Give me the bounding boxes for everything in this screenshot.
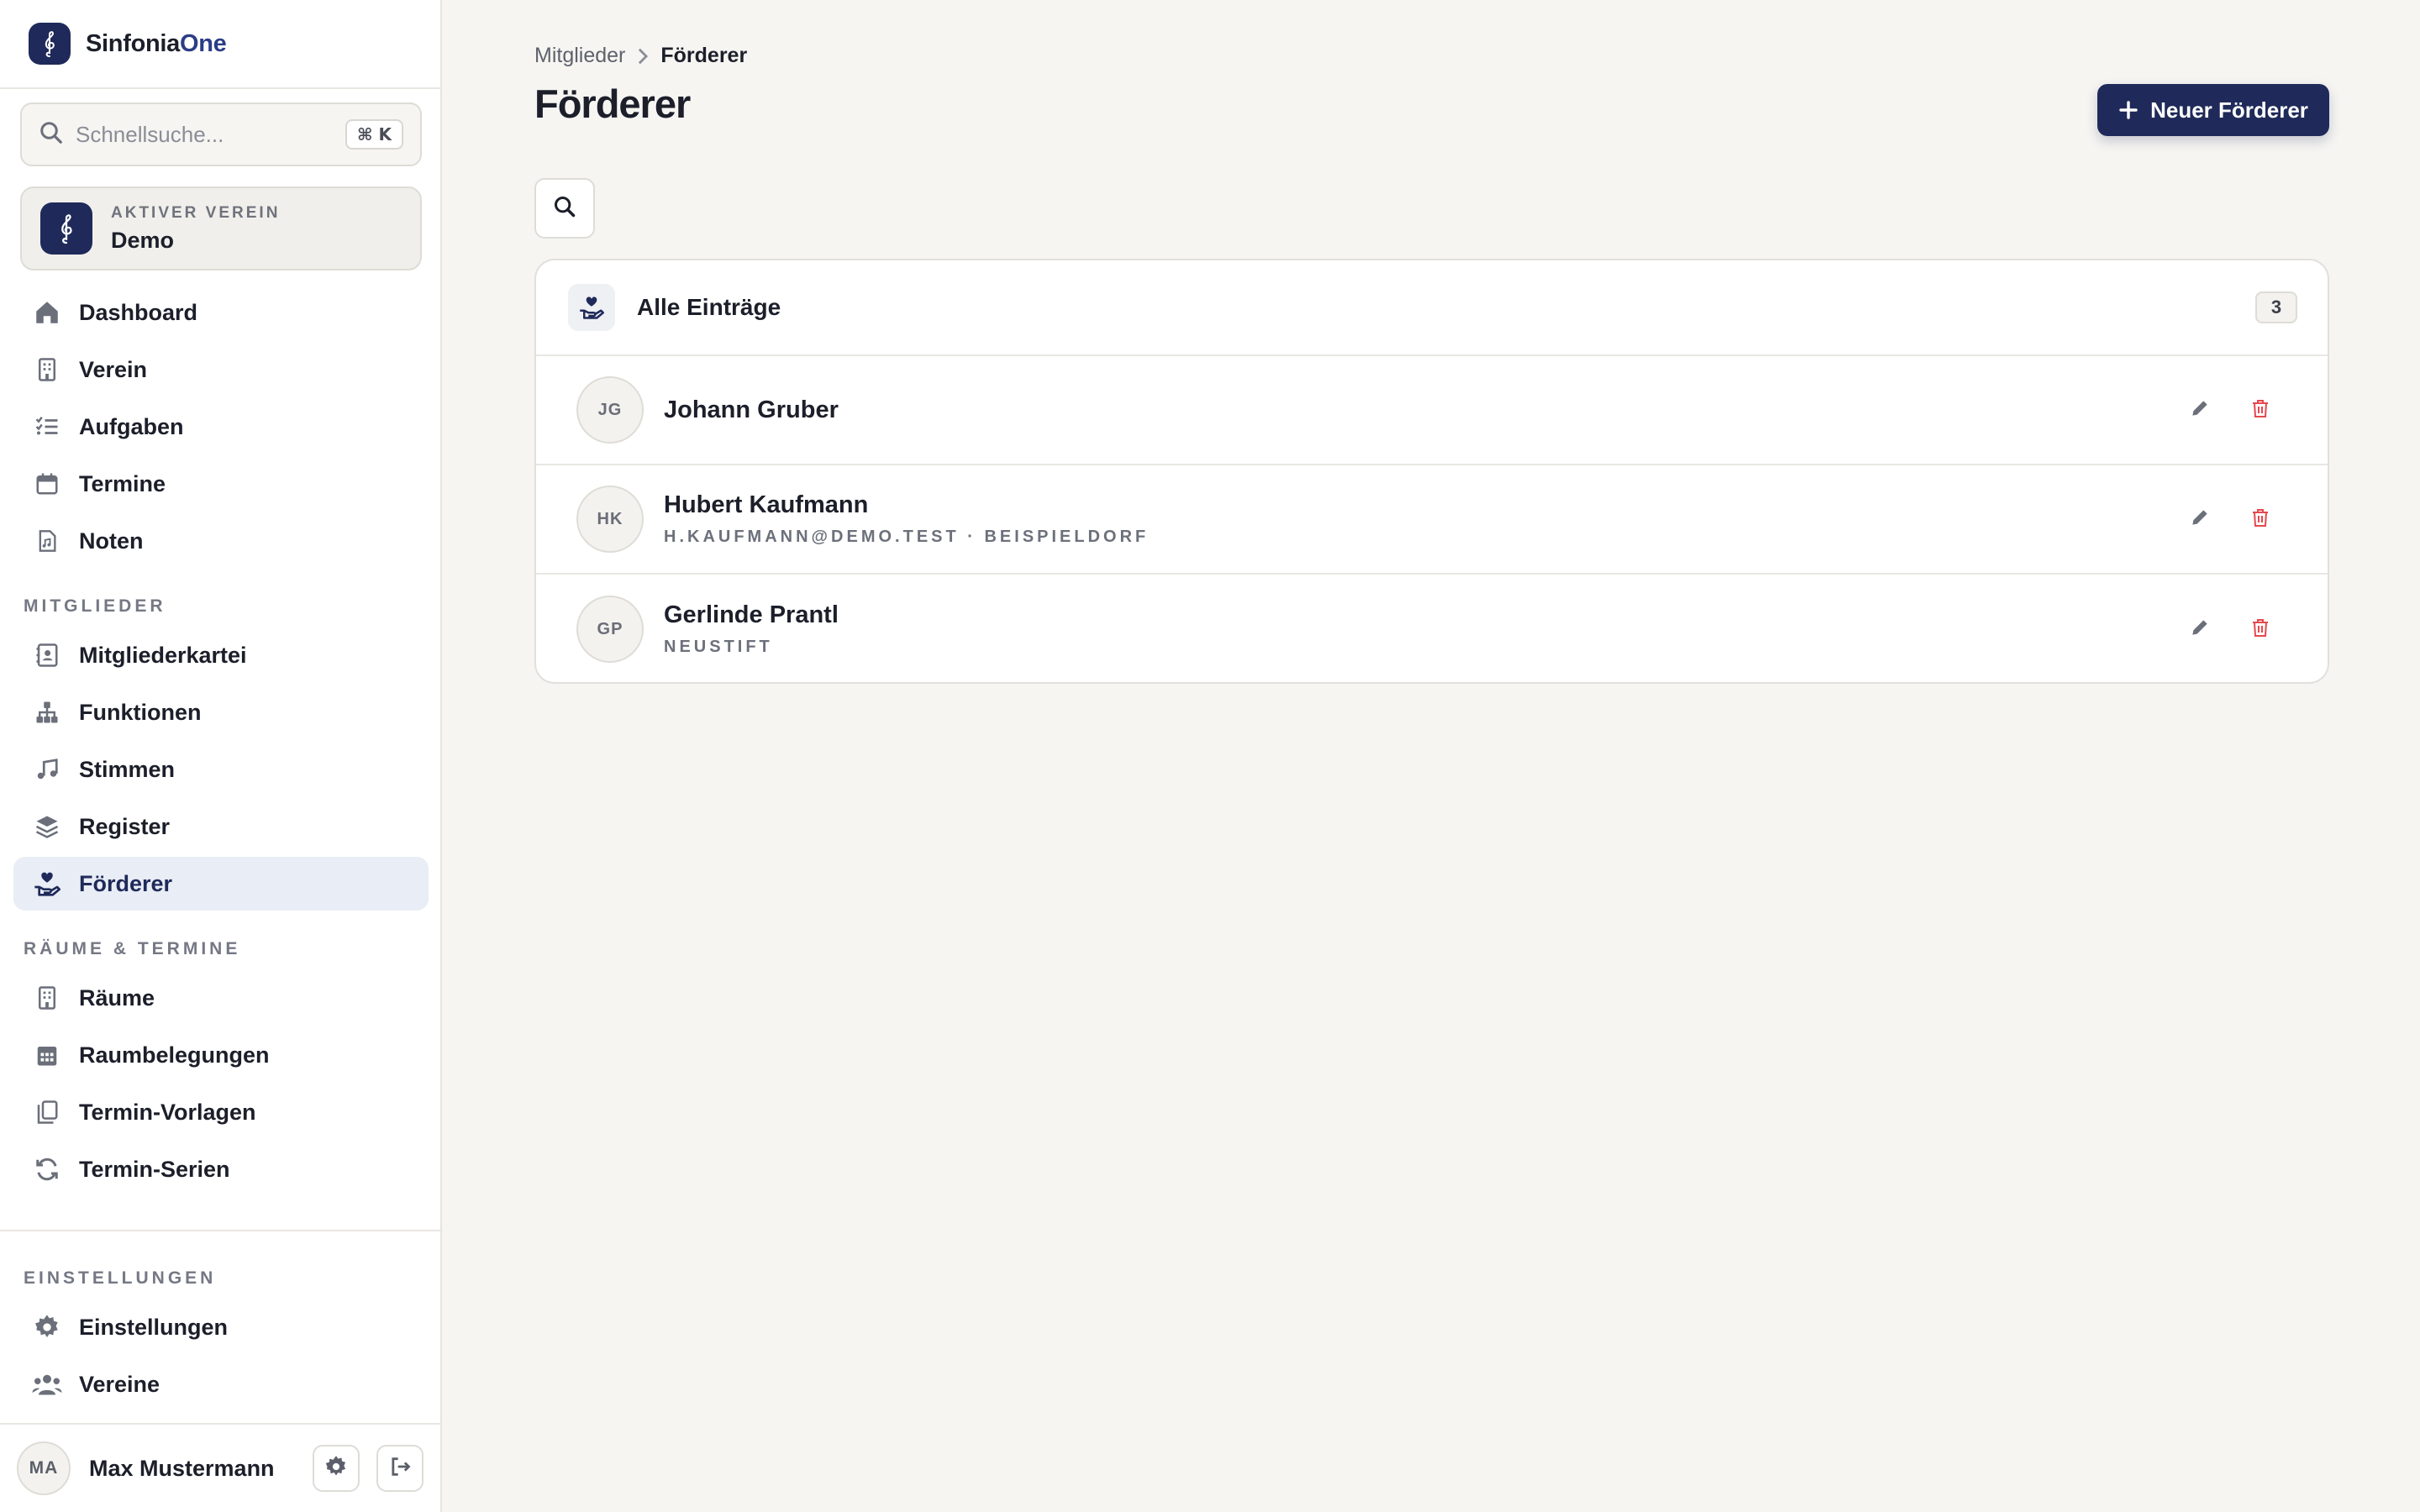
sheet-music-file-icon [32,526,62,556]
list-item[interactable]: JG Johann Gruber [536,356,2328,465]
search-icon [39,120,64,150]
users-icon [32,1369,62,1399]
trash-icon [2250,617,2270,643]
copy-icon [32,1097,62,1127]
gear-icon [32,1312,62,1342]
keyboard-shortcut-badge: ⌘ K [345,119,403,150]
gear-icon [324,1455,348,1483]
sidebar-item-verein[interactable]: Verein [13,343,429,396]
entry-count-badge: 3 [2255,291,2297,323]
search-placeholder: Schnellsuche... [76,121,224,147]
sidebar-item-register[interactable]: Register [13,800,429,853]
trash-icon [2250,397,2270,423]
sponsor-name: Gerlinde Prantl [664,601,839,628]
breadcrumb: Mitglieder Förderer [534,44,747,68]
edit-button[interactable] [2183,502,2217,536]
sidebar-item-foerderer[interactable]: Förderer [13,857,429,911]
hierarchy-icon [32,697,62,727]
section-label-raeume-termine: RÄUME & TERMINE [24,939,241,958]
user-name: Max Mustermann [89,1455,275,1481]
sponsor-details: h.kaufmann@demo.test · Beispieldorf [664,528,1150,546]
breadcrumb-link-mitglieder[interactable]: Mitglieder [534,44,625,68]
list-title: Alle Einträge [637,294,781,320]
list-item[interactable]: GP Gerlinde Prantl Neustift [536,575,2328,682]
calendar-grid-icon [32,1040,62,1070]
sponsor-list-card: Alle Einträge 3 JG Johann Gruber HK Hube… [534,259,2329,684]
trash-icon [2250,507,2270,533]
section-label-einstellungen: EINSTELLUNGEN [24,1268,217,1288]
sidebar-divider [0,1230,440,1231]
sidebar: SinfoniaOne Schnellsuche... ⌘ K AKTIVER … [0,0,442,1512]
user-menu: MA Max Mustermann [0,1425,440,1512]
avatar: JG [576,376,644,444]
user-settings-button[interactable] [313,1445,360,1492]
sidebar-item-termin-vorlagen[interactable]: Termin-Vorlagen [13,1085,429,1139]
sidebar-item-stimmen[interactable]: Stimmen [13,743,429,796]
app-name: SinfoniaOne [86,29,227,57]
layers-icon [32,811,62,842]
hand-heart-icon [568,284,615,331]
logout-icon [388,1455,412,1483]
chevron-right-icon [635,47,650,66]
breadcrumb-current: Förderer [660,44,748,67]
home-icon [32,297,62,328]
contact-card-icon [32,640,62,670]
search-button[interactable] [534,178,595,239]
building-icon [32,983,62,1013]
sidebar-item-termine[interactable]: Termine [13,457,429,511]
sponsor-details: Neustift [664,638,773,656]
building-icon [32,354,62,385]
list-item[interactable]: HK Hubert Kaufmann h.kaufmann@demo.test … [536,465,2328,575]
sidebar-item-raeume[interactable]: Räume [13,971,429,1025]
sidebar-item-raumbelegungen[interactable]: Raumbelegungen [13,1028,429,1082]
music-note-icon [32,754,62,785]
new-sponsor-label: Neuer Förderer [2150,97,2308,123]
avatar: HK [576,486,644,553]
calendar-icon [32,469,62,499]
logout-button[interactable] [376,1445,424,1492]
user-avatar[interactable]: MA [17,1441,71,1495]
pencil-icon [2189,617,2211,643]
active-club-label: AKTIVER VEREIN [111,203,281,222]
list-header: Alle Einträge 3 [536,260,2328,356]
delete-button[interactable] [2244,393,2277,427]
quick-search-input[interactable]: Schnellsuche... ⌘ K [20,102,422,166]
sidebar-item-termin-serien[interactable]: Termin-Serien [13,1142,429,1196]
sponsor-name: Hubert Kaufmann [664,491,869,518]
sidebar-item-aufgaben[interactable]: Aufgaben [13,400,429,454]
sponsor-name: Johann Gruber [664,396,839,423]
sidebar-item-einstellungen[interactable]: Einstellungen [13,1300,429,1354]
pencil-icon [2189,397,2211,423]
pencil-icon [2189,507,2211,533]
active-club-switcher[interactable]: AKTIVER VEREIN Demo [20,186,422,270]
hand-heart-icon [32,869,62,899]
page-title: Förderer [534,81,691,126]
sidebar-item-mitgliederkartei[interactable]: Mitgliederkartei [13,628,429,682]
sidebar-item-funktionen[interactable]: Funktionen [13,685,429,739]
delete-button[interactable] [2244,612,2277,646]
plus-icon [2118,100,2139,120]
sidebar-item-dashboard[interactable]: Dashboard [13,286,429,339]
brand[interactable]: SinfoniaOne [0,0,440,89]
new-sponsor-button[interactable]: Neuer Förderer [2097,84,2329,136]
sidebar-item-noten[interactable]: Noten [13,514,429,568]
edit-button[interactable] [2183,612,2217,646]
active-club-name: Demo [111,227,175,253]
list-check-icon [32,412,62,442]
treble-clef-logo-icon [29,23,71,65]
refresh-icon [32,1154,62,1184]
sidebar-item-vereine[interactable]: Vereine [13,1357,429,1411]
club-logo-icon [40,202,92,255]
section-label-mitglieder: MITGLIEDER [24,596,166,616]
search-icon [553,195,576,223]
delete-button[interactable] [2244,502,2277,536]
edit-button[interactable] [2183,393,2217,427]
avatar: GP [576,596,644,663]
